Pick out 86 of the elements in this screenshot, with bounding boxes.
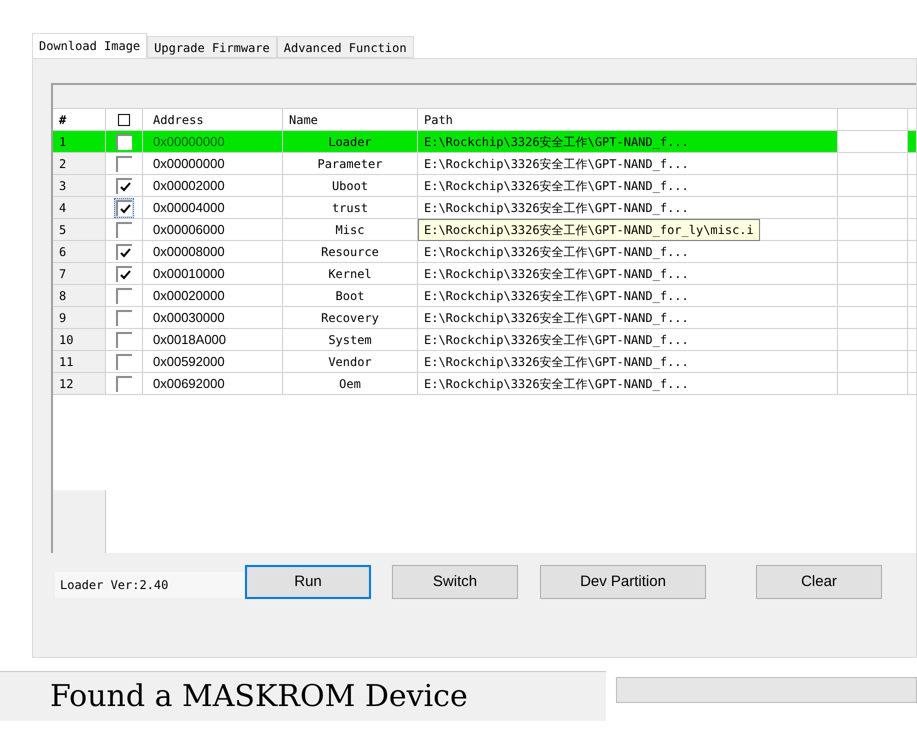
- path-cell-text: E:\Rockchip\3326安全工作\GPT-NAND_f...: [424, 332, 689, 348]
- column-header: Name: [289, 112, 318, 128]
- action-button[interactable]: Switch: [392, 565, 518, 599]
- tab[interactable]: Advanced Function: [276, 36, 414, 58]
- name-cell-text: Resource: [321, 244, 379, 260]
- address-cell-text: 0x00002000: [153, 176, 225, 195]
- checkbox[interactable]: [116, 156, 132, 172]
- row-number: 10: [59, 332, 74, 348]
- checkbox[interactable]: [116, 288, 132, 304]
- column-header: Path: [424, 112, 453, 128]
- path-cell-text: E:\Rockchip\3326安全工作\GPT-NAND_f...: [424, 244, 689, 260]
- name-cell-text: Loader: [328, 134, 372, 150]
- row-number: 5: [59, 222, 66, 238]
- table-row[interactable]: 1 0x00000000 Loader E:\Rockchip\3326安全工作\GPT-NAND_f...: [53, 131, 916, 153]
- name-cell-text: Misc: [336, 222, 364, 238]
- name-cell-text: Kernel: [328, 266, 372, 282]
- row-number: 8: [59, 288, 66, 304]
- address-cell-text: 0x00030000: [153, 308, 225, 327]
- table-row[interactable]: 2 0x00000000 Parameter E:\Rockchip\3326安全工作\GPT-NAND_f...: [53, 153, 916, 175]
- name-cell-text: Recovery: [321, 310, 379, 326]
- address-cell-text: 0x00592000: [153, 352, 225, 371]
- address-cell-text: 0x00000000: [153, 132, 225, 151]
- action-button[interactable]: Clear: [756, 565, 882, 599]
- table-row[interactable]: 6 0x00008000 Resource E:\Rockchip\3326安全工作\GPT-NAND_f...: [53, 241, 916, 263]
- select-all-checkbox[interactable]: [118, 114, 130, 126]
- path-tooltip: E:\Rockchip\3326安全工作\GPT-NAND_for_ly\misc.i: [418, 219, 760, 241]
- status-message: Found a MASKROM Device: [0, 671, 606, 721]
- row-number: 11: [59, 354, 74, 370]
- path-cell-text: E:\Rockchip\3326安全工作\GPT-NAND_f...: [424, 134, 689, 150]
- table-row[interactable]: 9 0x00030000 Recovery E:\Rockchip\3326安全工作\GPT-NAND_f...: [53, 307, 916, 329]
- path-cell-text: E:\Rockchip\3326安全工作\GPT-NAND_f...: [424, 178, 689, 194]
- table-row[interactable]: 7 0x00010000 Kernel E:\Rockchip\3326安全工作\GPT-NAND_f...: [53, 263, 916, 285]
- loader-version: Loader Ver:2.40: [55, 572, 245, 598]
- checkbox[interactable]: [116, 310, 132, 326]
- tab[interactable]: Download Image: [32, 33, 148, 58]
- tab[interactable]: Upgrade Firmware: [147, 36, 277, 58]
- name-cell-text: trust: [332, 200, 368, 216]
- checkbox[interactable]: [116, 354, 132, 370]
- table-row[interactable]: 12 0x00692000 Oem E:\Rockchip\3326安全工作\GPT-NAND_f...: [53, 373, 916, 395]
- checkbox[interactable]: [116, 266, 132, 282]
- address-cell-text: 0x00020000: [153, 286, 225, 305]
- path-cell-text: E:\Rockchip\3326安全工作\GPT-NAND_f...: [424, 354, 689, 370]
- row-number: 12: [59, 376, 74, 392]
- name-cell-text: Uboot: [332, 178, 368, 194]
- address-cell-text: 0x00000000: [153, 154, 225, 173]
- address-cell-text: 0x00692000: [153, 374, 225, 393]
- row-header-background: [53, 490, 106, 553]
- path-cell-text: E:\Rockchip\3326安全工作\GPT-NAND_f...: [424, 376, 689, 392]
- path-cell-text: E:\Rockchip\3326安全工作\GPT-NAND_f...: [424, 266, 689, 282]
- path-cell-text: E:\Rockchip\3326安全工作\GPT-NAND_f...: [424, 156, 689, 172]
- address-cell-text: 0x0018A000: [153, 330, 226, 349]
- checkbox[interactable]: [116, 332, 132, 348]
- path-cell-text: E:\Rockchip\3326安全工作\GPT-NAND_f...: [424, 288, 689, 304]
- name-cell-text: Vendor: [328, 354, 372, 370]
- path-cell-text: E:\Rockchip\3326安全工作\GPT-NAND_f...: [424, 200, 689, 216]
- table-row[interactable]: 11 0x00592000 Vendor E:\Rockchip\3326安全工作\GPT-NAND_f...: [53, 351, 916, 373]
- table-row[interactable]: 4 0x00004000 trust E:\Rockchip\3326安全工作\GPT-NAND_f...: [53, 197, 916, 219]
- path-cell-text: E:\Rockchip\3326安全工作\GPT-NAND_f...: [424, 310, 689, 326]
- table-row[interactable]: 5 0x00006000 Misc E:\Rockchip\3326安全工作\GPT-NAND_for_ly\misc.i: [53, 219, 916, 241]
- checkbox[interactable]: [116, 134, 132, 150]
- row-number: 1: [59, 134, 66, 150]
- table-row[interactable]: 10 0x0018A000 System E:\Rockchip\3326安全工作\GPT-NAND_f...: [53, 329, 916, 351]
- checkbox[interactable]: [116, 178, 132, 194]
- row-number: 2: [59, 156, 66, 172]
- row-number: 3: [59, 178, 66, 194]
- row-number: 9: [59, 310, 66, 326]
- name-cell-text: System: [328, 332, 372, 348]
- table-row[interactable]: 8 0x00020000 Boot E:\Rockchip\3326安全工作\GPT-NAND_f...: [53, 285, 916, 307]
- address-cell-text: 0x00004000: [153, 198, 225, 217]
- checkbox[interactable]: [116, 222, 132, 238]
- column-header: Address: [153, 112, 204, 128]
- address-cell-text: 0x00008000: [153, 242, 225, 261]
- row-number: 6: [59, 244, 66, 260]
- action-button[interactable]: Run: [245, 565, 371, 599]
- address-cell-text: 0x00010000: [153, 264, 225, 283]
- row-number: 4: [59, 200, 66, 216]
- address-cell-text: 0x00006000: [153, 220, 225, 239]
- checkbox[interactable]: [116, 244, 132, 260]
- name-cell-text: Parameter: [317, 156, 383, 172]
- name-cell-text: Oem: [339, 376, 361, 392]
- action-button[interactable]: Dev Partition: [540, 565, 706, 599]
- table-row[interactable]: 3 0x00002000 Uboot E:\Rockchip\3326安全工作\GPT-NAND_f...: [53, 175, 916, 197]
- checkbox[interactable]: [116, 376, 132, 392]
- column-header: #: [59, 112, 66, 128]
- row-number: 7: [59, 266, 66, 282]
- name-cell-text: Boot: [336, 288, 364, 304]
